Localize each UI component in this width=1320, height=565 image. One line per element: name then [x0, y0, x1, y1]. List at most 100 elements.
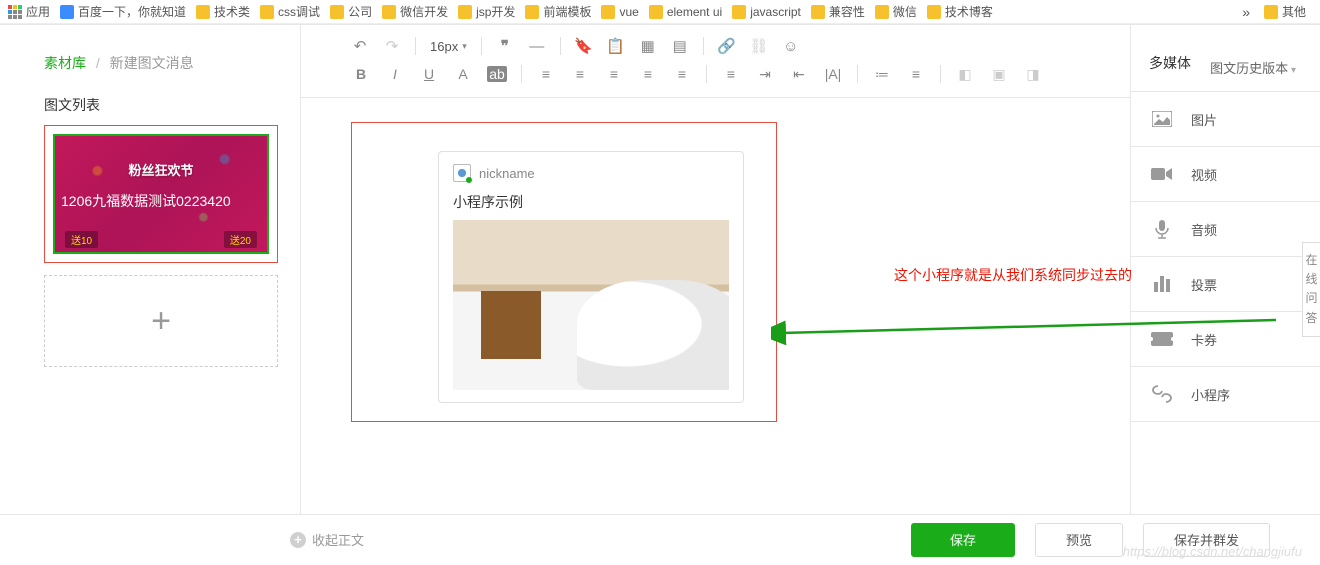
badge: 送10 [65, 231, 98, 248]
ol-icon[interactable]: ≔ [872, 66, 892, 82]
vote-icon [1151, 275, 1173, 293]
crumb-current: 新建图文消息 [110, 55, 194, 71]
badge: 送20 [224, 231, 257, 248]
media-label: 图片 [1191, 110, 1217, 129]
letterspacing-icon[interactable]: |A| [823, 66, 843, 82]
paste-text-icon[interactable]: ▤ [671, 37, 689, 55]
breadcrumb: 素材库 / 新建图文消息 [44, 53, 272, 73]
bookmark-item[interactable]: javascript [750, 5, 801, 19]
align-justify-icon[interactable]: ≡ [536, 66, 556, 82]
miniprogram-card[interactable]: nickname 小程序示例 [438, 151, 744, 403]
media-item-miniprogram[interactable]: 小程序 [1131, 367, 1320, 422]
folder-icon [732, 5, 746, 19]
apps-icon[interactable] [8, 5, 22, 19]
folder-icon [330, 5, 344, 19]
crumb-root[interactable]: 素材库 [44, 55, 86, 71]
media-item-vote[interactable]: 投票 [1131, 257, 1320, 312]
align-center-icon[interactable]: ≡ [604, 66, 624, 82]
bookmark-item[interactable]: 微信 [893, 3, 917, 20]
thumb-banner: 粉丝狂欢节 [55, 160, 267, 179]
bookmark-item[interactable]: 技术类 [214, 3, 250, 20]
bookmark-item[interactable]: jsp开发 [476, 3, 515, 20]
ul-icon[interactable]: ≡ [906, 66, 926, 82]
textcolor-icon[interactable]: A [453, 66, 473, 82]
image-icon [1151, 110, 1173, 128]
bookmark-item[interactable]: css调试 [278, 3, 320, 20]
bookmark-item[interactable]: 公司 [348, 3, 372, 20]
media-item-audio[interactable]: 音频 [1131, 202, 1320, 257]
bookmark-item[interactable]: 技术博客 [945, 3, 993, 20]
lineheight-icon[interactable]: ≡ [721, 66, 741, 82]
redo-icon[interactable]: ↷ [383, 37, 401, 55]
unlink-icon[interactable]: ⛓ [750, 37, 768, 55]
media-list: 图片 视频 音频 投票 卡券 小程序 [1131, 91, 1320, 422]
crumb-sep: / [96, 55, 100, 71]
add-article-button[interactable]: + [44, 275, 278, 367]
float-right-icon[interactable]: ◨ [1023, 66, 1043, 82]
align-dist-icon[interactable]: ≡ [672, 66, 692, 82]
right-column: 多媒体 图片 视频 音频 投票 卡券 小程序 [1130, 25, 1320, 514]
side-tab[interactable]: 在 线 问 答 [1302, 242, 1320, 337]
center-column: ↶ ↷ 16px ❞ — 🔖 📋 ▦ ▤ 🔗 ⛓ ☺ B I U A ab ≡ … [300, 25, 1130, 514]
bookmark-item[interactable]: 百度一下，你就知道 [78, 3, 186, 20]
media-label: 投票 [1191, 275, 1217, 294]
bookmark-item[interactable]: element ui [667, 5, 722, 19]
side-tab-char: 问 [1305, 289, 1318, 308]
undo-icon[interactable]: ↶ [351, 37, 369, 55]
editor-area[interactable]: nickname 小程序示例 [301, 98, 1130, 514]
avatar-icon [453, 164, 471, 182]
float-none-icon[interactable]: ▣ [989, 66, 1009, 82]
tag-icon[interactable]: 🔖 [575, 37, 593, 55]
quote-icon[interactable]: ❞ [496, 37, 514, 55]
hr-icon[interactable]: — [528, 37, 546, 55]
card-image [453, 220, 729, 390]
preview-button[interactable]: 预览 [1035, 523, 1123, 557]
clear-format-icon[interactable]: ▦ [639, 37, 657, 55]
save-button[interactable]: 保存 [911, 523, 1015, 557]
annotation-arrow [771, 315, 1281, 355]
indent-icon[interactable]: ⇥ [755, 66, 775, 82]
fontsize-select[interactable]: 16px [430, 39, 467, 54]
folder-icon [649, 5, 663, 19]
folder-icon [811, 5, 825, 19]
float-left-icon[interactable]: ◧ [955, 66, 975, 82]
card-nickname: nickname [479, 166, 535, 181]
emoji-icon[interactable]: ☺ [782, 37, 800, 55]
bookmark-item[interactable]: 微信开发 [400, 3, 448, 20]
article-card[interactable]: 粉丝狂欢节 1206九福数据测试0223420 送10 送20 [44, 125, 278, 263]
bookmarks-bar: 应用 百度一下，你就知道 技术类 css调试 公司 微信开发 jsp开发 前端模… [0, 0, 1320, 24]
collapse-icon: + [290, 532, 306, 548]
align-right-icon[interactable]: ≡ [638, 66, 658, 82]
bookmark-more[interactable]: » [1242, 4, 1250, 20]
audio-icon [1151, 220, 1173, 238]
folder-icon [875, 5, 889, 19]
bookmark-item[interactable]: 前端模板 [543, 3, 591, 20]
bookmark-item[interactable]: vue [619, 5, 638, 19]
folder-icon [1264, 5, 1278, 19]
toolbar-row-2: B I U A ab ≡ ≡ ≡ ≡ ≡ ≡ ⇥ ⇤ |A| ≔ ≡ ◧ ▣ ◨ [301, 61, 1130, 98]
apps-label[interactable]: 应用 [26, 3, 50, 20]
folder-icon [196, 5, 210, 19]
annotation-text: 这个小程序就是从我们系统同步过去的 [894, 265, 1132, 285]
bookmark-item[interactable]: 兼容性 [829, 3, 865, 20]
card-title: 小程序示例 [453, 192, 729, 212]
miniprogram-icon [1151, 385, 1173, 403]
link-icon[interactable]: 🔗 [718, 37, 736, 55]
bold-icon[interactable]: B [351, 66, 371, 82]
italic-icon[interactable]: I [385, 66, 405, 82]
article-thumb: 粉丝狂欢节 1206九福数据测试0223420 送10 送20 [53, 134, 269, 254]
format-brush-icon[interactable]: 📋 [607, 37, 625, 55]
underline-icon[interactable]: U [419, 66, 439, 82]
video-icon [1151, 165, 1173, 183]
align-left-icon[interactable]: ≡ [570, 66, 590, 82]
thumb-title: 1206九福数据测试0223420 [61, 192, 261, 212]
bookmark-icon [60, 5, 74, 19]
bookmark-other[interactable]: 其他 [1282, 3, 1306, 20]
collapse-button[interactable]: + 收起正文 [290, 530, 364, 549]
media-item-image[interactable]: 图片 [1131, 92, 1320, 147]
history-dropdown[interactable]: 图文历史版本 [1210, 58, 1296, 77]
media-item-video[interactable]: 视频 [1131, 147, 1320, 202]
bgcolor-icon[interactable]: ab [487, 66, 507, 82]
side-tab-char: 线 [1305, 270, 1318, 289]
outdent-icon[interactable]: ⇤ [789, 66, 809, 82]
